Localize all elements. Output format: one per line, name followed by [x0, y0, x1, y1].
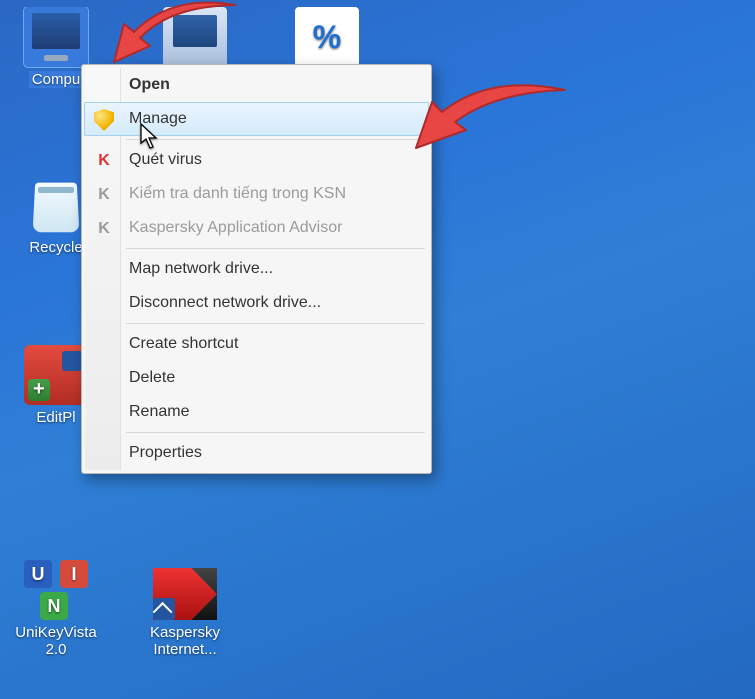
- desktop-icon-kaspersky[interactable]: Kaspersky Internet...: [140, 560, 230, 659]
- desktop-icon-label: UniKeyVista 2.0: [12, 624, 100, 659]
- menu-item-scan-virus[interactable]: K Quét virus: [84, 143, 429, 177]
- menu-item-rename[interactable]: Rename: [84, 395, 429, 429]
- context-menu: Open Manage K Quét virus K Kiểm tra danh…: [81, 64, 432, 474]
- menu-separator: [126, 139, 425, 140]
- menu-item-kaspersky-advisor: K Kaspersky Application Advisor: [84, 211, 429, 245]
- menu-item-label: Disconnect network drive...: [129, 294, 321, 312]
- desktop-icon-unikey[interactable]: UIN UniKeyVista 2.0: [11, 560, 101, 659]
- annotation-arrow-manage: [410, 80, 570, 160]
- menu-item-label: Rename: [129, 403, 189, 421]
- menu-item-manage[interactable]: Manage: [84, 102, 429, 136]
- menu-separator: [126, 432, 425, 433]
- menu-item-label: Properties: [129, 444, 202, 462]
- desktop-icon-percent-app[interactable]: %: [282, 7, 372, 71]
- mouse-cursor-icon: [140, 123, 160, 151]
- shield-icon: [91, 107, 117, 133]
- unikey-icon: UIN: [24, 560, 88, 620]
- menu-item-create-shortcut[interactable]: Create shortcut: [84, 327, 429, 361]
- kaspersky-icon: [153, 560, 217, 620]
- desktop-icon-label: Recycle: [29, 239, 82, 256]
- menu-item-properties[interactable]: Properties: [84, 436, 429, 470]
- menu-item-label: Delete: [129, 369, 175, 387]
- editplus-icon: [24, 345, 88, 405]
- computer-icon: [24, 7, 88, 67]
- menu-item-open[interactable]: Open: [84, 68, 429, 102]
- menu-item-map-network-drive[interactable]: Map network drive...: [84, 252, 429, 286]
- menu-item-label: Kaspersky Application Advisor: [129, 219, 342, 237]
- desktop-icon-label: Kaspersky Internet...: [141, 624, 229, 659]
- recycle-bin-icon: [24, 175, 88, 235]
- menu-item-delete[interactable]: Delete: [84, 361, 429, 395]
- menu-item-ksn-reputation: K Kiểm tra danh tiếng trong KSN: [84, 177, 429, 211]
- menu-item-label: Open: [129, 76, 170, 94]
- menu-separator: [126, 248, 425, 249]
- menu-separator: [126, 323, 425, 324]
- kaspersky-k-icon: K: [91, 148, 117, 174]
- desktop-icon-label: Compu: [29, 71, 83, 88]
- menu-item-disconnect-network-drive[interactable]: Disconnect network drive...: [84, 286, 429, 320]
- percent-icon: %: [295, 7, 359, 67]
- kaspersky-k-disabled-icon: K: [91, 216, 117, 242]
- desktop-icon-label: EditPl: [36, 409, 75, 426]
- menu-item-label: Kiểm tra danh tiếng trong KSN: [129, 185, 346, 203]
- menu-item-label: Create shortcut: [129, 335, 238, 353]
- annotation-arrow-computer: [110, 0, 240, 70]
- menu-item-label: Quét virus: [129, 151, 202, 169]
- kaspersky-k-disabled-icon: K: [91, 182, 117, 208]
- menu-item-label: Map network drive...: [129, 260, 273, 278]
